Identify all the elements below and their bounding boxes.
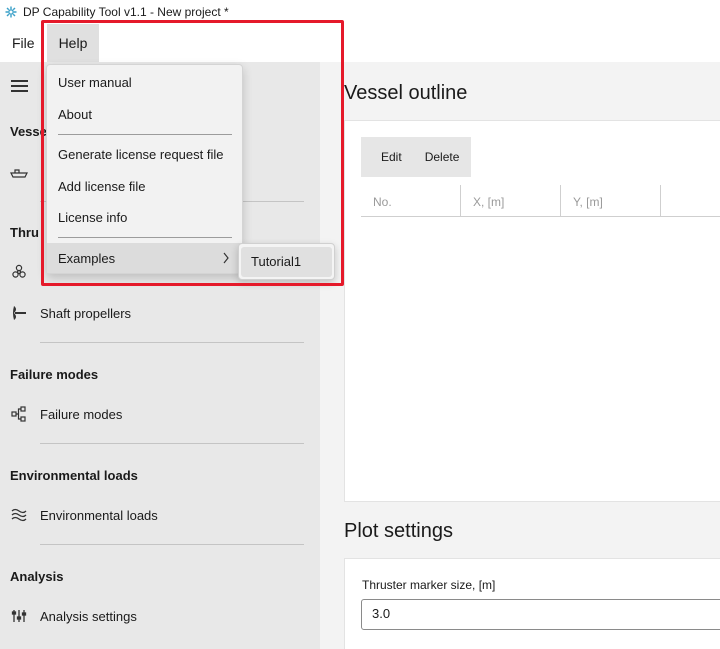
sidebar-section-vessel: Vesse [10, 124, 47, 139]
sidebar-item-label: Failure modes [40, 406, 123, 422]
menu-help[interactable]: Help [46, 24, 100, 62]
sliders-icon [10, 608, 28, 624]
sidebar-divider [40, 544, 304, 545]
sidebar-item-environmental-loads[interactable]: Environmental loads [10, 507, 158, 523]
outline-table-header: No. X, [m] Y, [m] [361, 185, 720, 217]
submenu-item-tutorial1-label: Tutorial1 [251, 254, 302, 269]
column-header-no[interactable]: No. [361, 185, 461, 216]
marker-size-input[interactable]: 3.0 [361, 599, 720, 630]
marker-size-label: Thruster marker size, [m] [362, 578, 496, 592]
waves-icon [10, 507, 28, 523]
delete-button[interactable]: Delete [412, 150, 472, 164]
sidebar-item-failure-modes[interactable]: Failure modes [10, 406, 122, 422]
sidebar-divider [40, 342, 304, 343]
menu-separator [58, 237, 232, 238]
hamburger-menu-icon[interactable] [11, 80, 28, 92]
sidebar-item-analysis-settings[interactable]: Analysis settings [10, 608, 137, 624]
sidebar-item-vessel[interactable] [10, 165, 40, 181]
sidebar-section-environmental-loads: Environmental loads [10, 468, 138, 483]
menu-item-license-info[interactable]: License info [58, 210, 127, 225]
help-dropdown-menu: User manual About Generate license reque… [46, 64, 243, 274]
fan-icon [10, 264, 28, 280]
menu-item-about[interactable]: About [58, 107, 92, 122]
menu-item-generate-license-request[interactable]: Generate license request file [58, 147, 223, 162]
menu-file[interactable]: File [0, 24, 47, 62]
sidebar-section-failure-modes: Failure modes [10, 367, 99, 382]
vessel-outline-title: Vessel outline [344, 82, 468, 104]
vessel-outline-toolbar: Edit Delete [361, 137, 472, 177]
edit-button[interactable]: Edit [361, 150, 412, 164]
sidebar-item-label: Analysis settings [40, 608, 137, 624]
vessel-icon [10, 165, 28, 181]
window-title: DP Capability Tool v1.1 - New project * [23, 5, 229, 19]
examples-submenu: Tutorial1 [238, 243, 335, 280]
plot-settings-panel: Thruster marker size, [m] 3.0 [344, 558, 720, 649]
menu-item-add-license-file[interactable]: Add license file [58, 179, 145, 194]
column-header-x[interactable]: X, [m] [461, 185, 561, 216]
column-header-y[interactable]: Y, [m] [561, 185, 661, 216]
chevron-right-icon [222, 251, 230, 264]
vessel-outline-panel: Edit Delete No. X, [m] Y, [m] [344, 120, 720, 502]
sidebar-item-label: Environmental loads [40, 507, 158, 523]
sidebar-section-analysis: Analysis [10, 569, 64, 584]
plot-settings-title: Plot settings [344, 520, 453, 542]
menu-separator [58, 134, 232, 135]
menu-bar: File Help [0, 24, 720, 62]
sidebar-section-thrusters: Thru [10, 225, 39, 240]
sidebar-item-shaft-propellers[interactable]: Shaft propellers [10, 305, 131, 321]
app-logo-icon [4, 5, 18, 19]
menu-item-user-manual[interactable]: User manual [58, 75, 132, 90]
sidebar-divider [40, 443, 304, 444]
hierarchy-icon [10, 406, 28, 422]
sidebar-item-label: Shaft propellers [40, 305, 132, 321]
sidebar-item-thrusters[interactable] [10, 264, 40, 280]
propeller-icon [10, 305, 28, 321]
main-content: Vessel outline Edit Delete No. X, [m] Y,… [320, 62, 720, 649]
title-bar: DP Capability Tool v1.1 - New project * [0, 0, 720, 24]
menu-item-examples-label: Examples [58, 251, 116, 266]
